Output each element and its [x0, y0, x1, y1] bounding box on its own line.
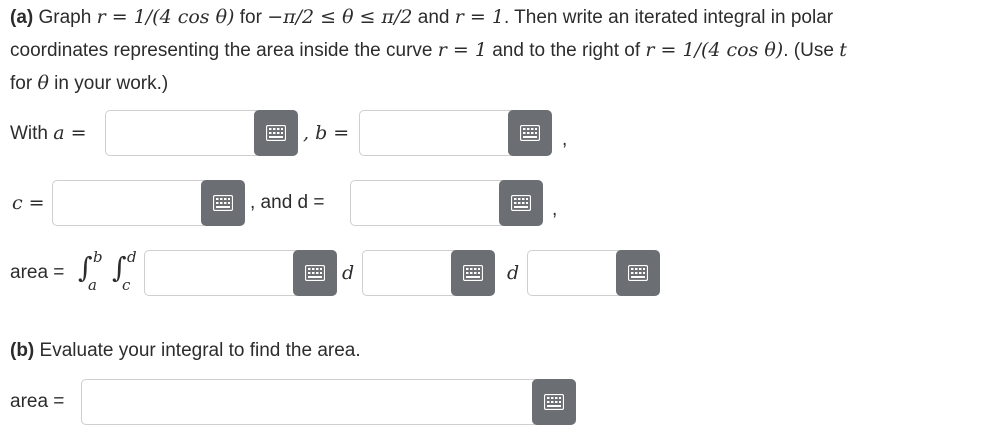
var2-input-field[interactable]	[527, 250, 627, 296]
b-input-field[interactable]	[359, 110, 519, 156]
c-label-text: c =	[12, 192, 45, 214]
c-keyboard-button[interactable]	[201, 180, 245, 226]
d-keyboard-button[interactable]	[499, 180, 543, 226]
integrand-input-field[interactable]	[144, 250, 304, 296]
area-keyboard-button[interactable]	[532, 379, 576, 425]
keyboard-icon	[511, 195, 531, 211]
with-text: With	[10, 123, 54, 144]
math-expression: θ	[37, 72, 49, 94]
part-b-question: (b) Evaluate your integral to find the a…	[10, 335, 361, 367]
integrand-keyboard-button[interactable]	[293, 250, 337, 296]
comma-separator: ,	[562, 129, 568, 150]
c-equals-label: c =	[12, 187, 45, 220]
var1-keyboard-button[interactable]	[451, 250, 495, 296]
math-expression: −π/2 ≤ θ ≤ π/2	[267, 6, 413, 28]
keyboard-icon	[213, 195, 233, 211]
area-answer-field[interactable]	[81, 379, 543, 425]
part-a-label: (a)	[10, 7, 34, 28]
question-text: Graph	[33, 7, 97, 28]
question-line-3: for θ in your work.)	[10, 67, 168, 100]
math-expression: r = 1	[437, 39, 487, 61]
keyboard-icon	[520, 125, 540, 141]
part-b-text: Evaluate your integral to find the area.	[34, 340, 361, 361]
var1-input[interactable]	[363, 251, 461, 295]
area-answer-label: area =	[10, 391, 65, 412]
b-keyboard-button[interactable]	[508, 110, 552, 156]
inner-upper-limit: d	[127, 248, 137, 266]
c-input-field[interactable]	[52, 180, 208, 226]
question-text: coordinates representing the area inside…	[10, 40, 438, 61]
math-expression: r = 1/(4 cos θ)	[645, 39, 784, 61]
differential-d-1: d	[342, 262, 355, 284]
with-a-label: With a =	[10, 117, 87, 150]
question-text: . (Use	[783, 40, 840, 61]
question-text: and	[412, 7, 455, 28]
integrand-input[interactable]	[145, 251, 303, 295]
a-keyboard-button[interactable]	[254, 110, 298, 156]
var2-keyboard-button[interactable]	[616, 250, 660, 296]
and-d-equals-label: , and d =	[250, 187, 324, 219]
outer-upper-limit: b	[93, 248, 103, 266]
math-expression: r = 1/(4 cos θ)	[96, 6, 235, 28]
area-answer-input[interactable]	[82, 380, 542, 424]
question-text: in your work.)	[48, 73, 169, 94]
a-input[interactable]	[106, 111, 260, 155]
a-input-field[interactable]	[105, 110, 261, 156]
and-d-text: , and d =	[250, 192, 325, 213]
c-input[interactable]	[53, 181, 207, 225]
math-expression: r = 1	[454, 6, 504, 28]
keyboard-icon	[463, 265, 483, 281]
keyboard-icon	[266, 125, 286, 141]
comma-separator: ,	[552, 199, 558, 220]
part-b-label: (b)	[10, 340, 35, 361]
question-text: . Then write an iterated integral in pol…	[503, 7, 834, 28]
math-expression: t	[839, 39, 847, 61]
keyboard-icon	[628, 265, 648, 281]
b-input[interactable]	[360, 111, 518, 155]
b-label-text: , b =	[303, 122, 350, 144]
outer-lower-limit: a	[88, 276, 97, 294]
a-equals-label: a =	[53, 122, 87, 144]
keyboard-icon	[305, 265, 325, 281]
differential-d-2: d	[507, 262, 520, 284]
question-text: for	[234, 7, 268, 28]
b-equals-label: , b =	[303, 117, 349, 150]
question-line-1: (a) Graph r = 1/(4 cos θ) for −π/2 ≤ θ ≤…	[10, 1, 833, 34]
var1-input-field[interactable]	[362, 250, 462, 296]
keyboard-icon	[544, 394, 564, 410]
question-text: for	[10, 73, 38, 94]
var2-input[interactable]	[528, 251, 626, 295]
question-text: and to the right of	[486, 40, 646, 61]
area-label: area =	[10, 262, 65, 283]
question-line-2: coordinates representing the area inside…	[10, 34, 847, 67]
d-input[interactable]	[351, 181, 509, 225]
d-input-field[interactable]	[350, 180, 510, 226]
inner-lower-limit: c	[122, 276, 131, 294]
